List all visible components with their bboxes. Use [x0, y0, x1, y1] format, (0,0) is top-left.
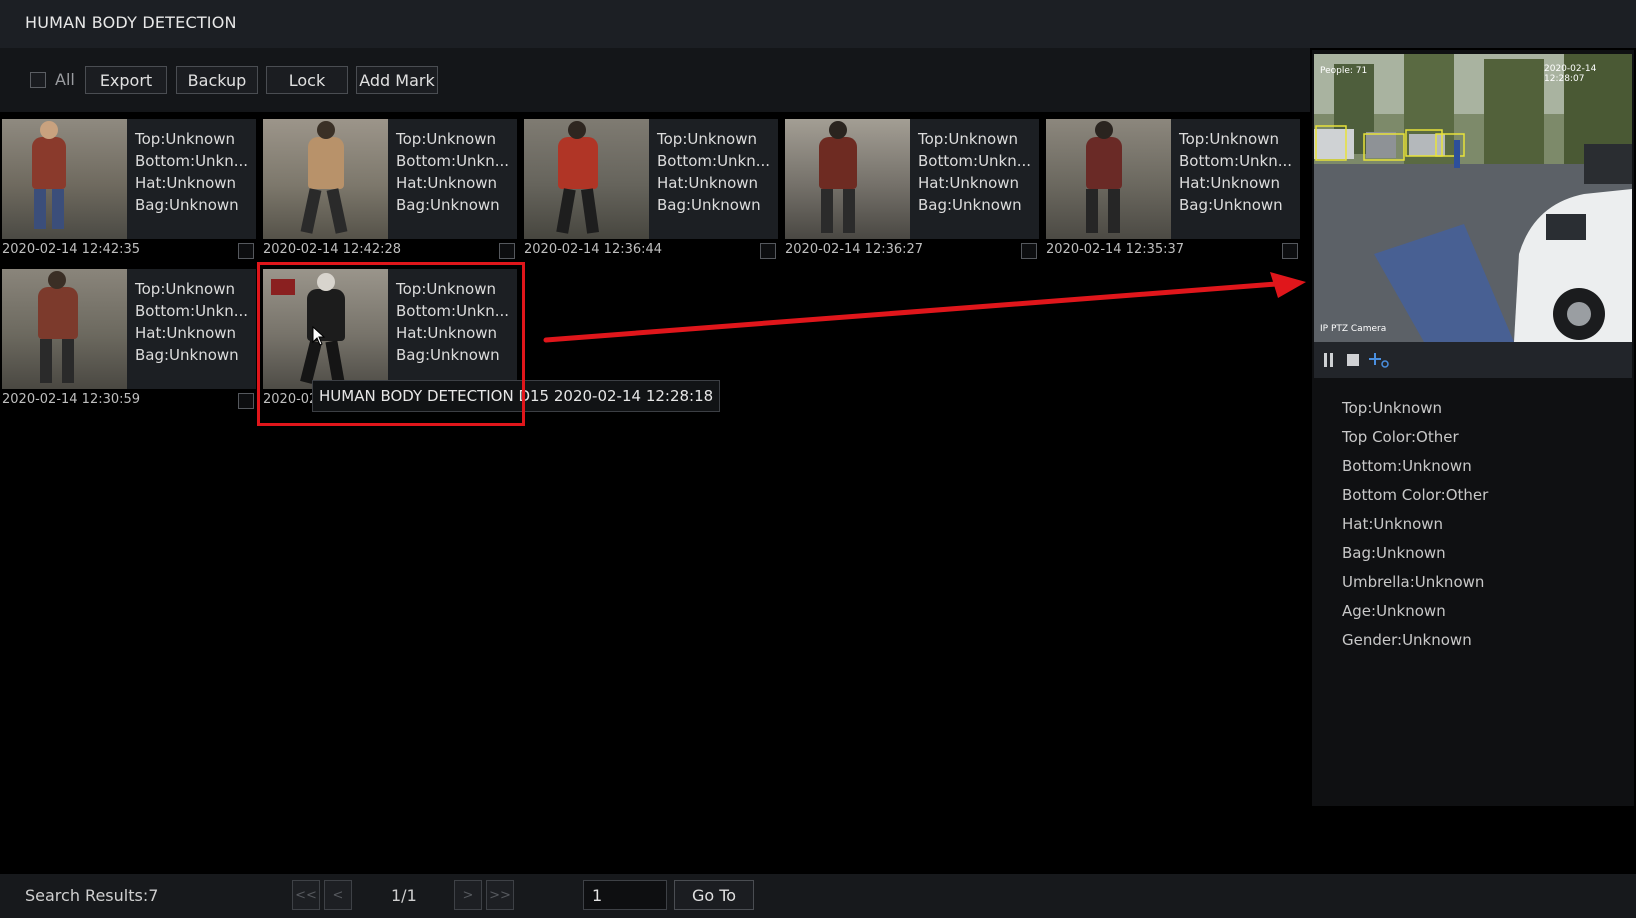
result-checkbox[interactable]: [1021, 243, 1037, 259]
attr-bag: Bag:Unknown: [396, 196, 500, 214]
pause-icon[interactable]: [1322, 352, 1336, 368]
attr-bottom: Bottom:Unkn...: [135, 302, 249, 320]
attr-top: Top:Unknown: [135, 280, 235, 298]
result-attributes: Top:Unknown Bottom:Unkn... Hat:Unknown B…: [910, 119, 1039, 239]
lock-button[interactable]: Lock: [266, 66, 348, 94]
result-checkbox[interactable]: [238, 393, 254, 409]
detail-attr-umbrella: Umbrella:Unknown: [1342, 573, 1485, 591]
result-timestamp: 2020-02-14 12:42:35: [2, 242, 141, 257]
result-thumbnail[interactable]: [2, 119, 127, 239]
attr-bag: Bag:Unknown: [1179, 196, 1283, 214]
title-bar: HUMAN BODY DETECTION: [0, 0, 1636, 48]
toolbar: All Export Backup Lock Add Mark: [0, 48, 1310, 112]
result-timestamp: 2020-02-14 12:30:59: [2, 392, 141, 407]
attribute-list: Top:Unknown Top Color:Other Bottom:Unkno…: [1342, 394, 1488, 655]
detail-panel: People: 71 2020-02-14 12:28:07 IP PTZ Ca…: [1312, 50, 1634, 806]
backup-button[interactable]: Backup: [176, 66, 258, 94]
add-mark-button[interactable]: Add Mark: [356, 66, 438, 94]
result-card[interactable]: Top:Unknown Bottom:Unkn... Hat:Unknown B…: [0, 261, 256, 409]
attr-top: Top:Unknown: [135, 130, 235, 148]
attr-bottom: Bottom:Unkn...: [396, 152, 510, 170]
result-card[interactable]: Top:Unknown Bottom:Unkn... Hat:Unknown B…: [522, 111, 778, 259]
result-card[interactable]: Top:Unknown Bottom:Unkn... Hat:Unknown B…: [0, 111, 256, 259]
attr-bottom: Bottom:Unkn...: [657, 152, 771, 170]
result-card[interactable]: Top:Unknown Bottom:Unkn... Hat:Unknown B…: [261, 111, 517, 259]
result-timestamp: 2020-02-14 12:36:27: [785, 242, 924, 257]
parking-lot-scene: [1314, 54, 1632, 342]
result-card[interactable]: Top:Unknown Bottom:Unkn... Hat:Unknown B…: [1044, 111, 1300, 259]
result-checkbox[interactable]: [499, 243, 515, 259]
last-page-button[interactable]: >>: [486, 880, 514, 910]
result-card[interactable]: Top:Unknown Bottom:Unkn... Hat:Unknown B…: [783, 111, 1039, 259]
window-title: HUMAN BODY DETECTION: [25, 13, 237, 32]
detail-attr-top-color: Top Color:Other: [1342, 428, 1459, 446]
result-attributes: Top:Unknown Bottom:Unkn... Hat:Unknown B…: [388, 119, 517, 239]
result-thumbnail[interactable]: [263, 119, 388, 239]
stop-icon[interactable]: [1346, 353, 1360, 367]
attr-top: Top:Unknown: [1179, 130, 1279, 148]
result-attributes: Top:Unknown Bottom:Unkn... Hat:Unknown B…: [1171, 119, 1300, 239]
attr-bottom: Bottom:Unkn...: [1179, 152, 1293, 170]
detail-attr-age: Age:Unknown: [1342, 602, 1446, 620]
result-thumbnail[interactable]: [2, 269, 127, 389]
attr-bottom: Bottom:Unkn...: [918, 152, 1032, 170]
detail-attr-top: Top:Unknown: [1342, 399, 1442, 417]
next-page-button[interactable]: >: [454, 880, 482, 910]
result-timestamp: 2020-02-14 12:36:44: [524, 242, 663, 257]
attr-hat: Hat:Unknown: [135, 324, 237, 342]
result-checkbox[interactable]: [760, 243, 776, 259]
highlight-box: [257, 262, 525, 426]
detail-attr-bottom-color: Bottom Color:Other: [1342, 486, 1489, 504]
detail-attr-bag: Bag:Unknown: [1342, 544, 1446, 562]
prev-page-button[interactable]: <: [324, 880, 352, 910]
result-checkbox[interactable]: [1282, 243, 1298, 259]
detail-attr-gender: Gender:Unknown: [1342, 631, 1472, 649]
select-all-label: All: [55, 70, 75, 89]
attr-hat: Hat:Unknown: [396, 174, 498, 192]
page-indicator: 1/1: [391, 886, 417, 905]
result-thumbnail[interactable]: [524, 119, 649, 239]
result-attributes: Top:Unknown Bottom:Unkn... Hat:Unknown B…: [649, 119, 778, 239]
detail-attr-bottom: Bottom:Unknown: [1342, 457, 1472, 475]
result-checkbox[interactable]: [238, 243, 254, 259]
search-results-count: Search Results:7: [25, 886, 159, 905]
go-to-button[interactable]: Go To: [674, 880, 754, 910]
page-number-input[interactable]: [583, 880, 667, 910]
attr-top: Top:Unknown: [657, 130, 757, 148]
attr-bag: Bag:Unknown: [657, 196, 761, 214]
attr-hat: Hat:Unknown: [657, 174, 759, 192]
annotation-arrow: [542, 272, 1306, 346]
video-preview[interactable]: People: 71 2020-02-14 12:28:07 IP PTZ Ca…: [1314, 54, 1632, 342]
attr-bag: Bag:Unknown: [918, 196, 1022, 214]
overlay-people-count: People: 71: [1320, 66, 1368, 76]
export-button[interactable]: Export: [85, 66, 167, 94]
result-timestamp: 2020-02-14 12:42:28: [263, 242, 402, 257]
video-controls: [1314, 342, 1632, 378]
overlay-camera-name: IP PTZ Camera: [1320, 324, 1387, 334]
footer-bar: Search Results:7 << < 1/1 > >> Go To: [0, 874, 1636, 918]
add-tag-icon[interactable]: [1368, 351, 1390, 369]
attr-bottom: Bottom:Unkn...: [135, 152, 249, 170]
result-attributes: Top:Unknown Bottom:Unkn... Hat:Unknown B…: [127, 119, 256, 239]
select-all-checkbox[interactable]: [30, 72, 46, 88]
result-attributes: Top:Unknown Bottom:Unkn... Hat:Unknown B…: [127, 269, 256, 389]
attr-bag: Bag:Unknown: [135, 196, 239, 214]
result-thumbnail[interactable]: [785, 119, 910, 239]
attr-bag: Bag:Unknown: [135, 346, 239, 364]
attr-hat: Hat:Unknown: [135, 174, 237, 192]
attr-hat: Hat:Unknown: [1179, 174, 1281, 192]
overlay-timestamp: 2020-02-14 12:28:07: [1544, 64, 1597, 84]
attr-top: Top:Unknown: [918, 130, 1018, 148]
attr-top: Top:Unknown: [396, 130, 496, 148]
first-page-button[interactable]: <<: [292, 880, 320, 910]
result-thumbnail[interactable]: [1046, 119, 1171, 239]
detail-attr-hat: Hat:Unknown: [1342, 515, 1444, 533]
result-timestamp: 2020-02-14 12:35:37: [1046, 242, 1185, 257]
attr-hat: Hat:Unknown: [918, 174, 1020, 192]
